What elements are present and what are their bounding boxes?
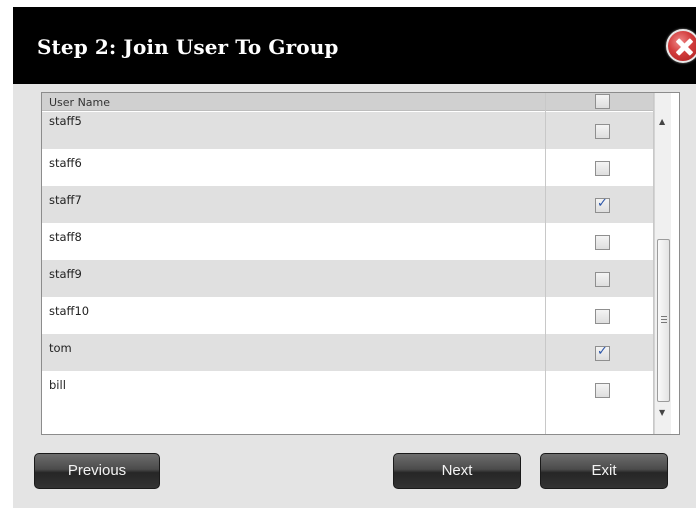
table-row[interactable]: staff10 [42,297,654,334]
user-name-cell: staff6 [49,156,82,170]
row-checkbox[interactable] [595,235,610,250]
row-checkbox[interactable] [595,272,610,287]
dialog-title: Step 2: Join User To Group [37,35,339,59]
table-row[interactable]: bill [42,371,654,408]
next-button[interactable]: Next [393,453,521,489]
join-user-dialog: Step 2: Join User To Group User Name sta… [13,7,696,508]
column-header-user-name[interactable]: User Name [49,96,110,109]
row-checkbox[interactable] [595,344,610,361]
table-row[interactable]: staff7 [42,186,654,223]
table-row[interactable]: staff9 [42,260,654,297]
close-icon[interactable] [666,29,696,63]
previous-button[interactable]: Previous [34,453,160,489]
table-row[interactable]: tom [42,334,654,371]
user-grid: User Name staff5 staff6 staff7 staff8 st… [41,92,680,435]
scroll-up-arrow-icon[interactable]: ▲ [659,117,665,126]
user-name-cell: tom [49,341,72,355]
table-row[interactable]: staff8 [42,223,654,260]
row-checkbox[interactable] [595,161,610,176]
row-checkbox[interactable] [595,196,610,213]
user-name-cell: staff7 [49,193,82,207]
table-row[interactable]: staff5 [42,112,654,149]
dialog-titlebar: Step 2: Join User To Group [13,7,696,84]
grip-icon [661,316,667,317]
grid-scrollbar[interactable]: ▲ ▼ [654,93,671,434]
scroll-down-arrow-icon[interactable]: ▼ [659,408,665,417]
column-divider [545,93,546,434]
exit-button[interactable]: Exit [540,453,668,489]
user-name-cell: bill [49,378,66,392]
row-checkbox[interactable] [595,383,610,398]
user-name-cell: staff9 [49,267,82,281]
scrollbar-thumb[interactable] [657,239,670,402]
select-all-checkbox[interactable] [595,94,610,109]
grid-header: User Name [42,93,654,111]
user-name-cell: staff5 [49,114,82,128]
table-row[interactable]: staff6 [42,149,654,186]
row-checkbox[interactable] [595,309,610,324]
user-name-cell: staff10 [49,304,90,318]
dialog-body: User Name staff5 staff6 staff7 staff8 st… [13,84,696,508]
user-name-cell: staff8 [49,230,82,244]
row-checkbox[interactable] [595,124,610,139]
